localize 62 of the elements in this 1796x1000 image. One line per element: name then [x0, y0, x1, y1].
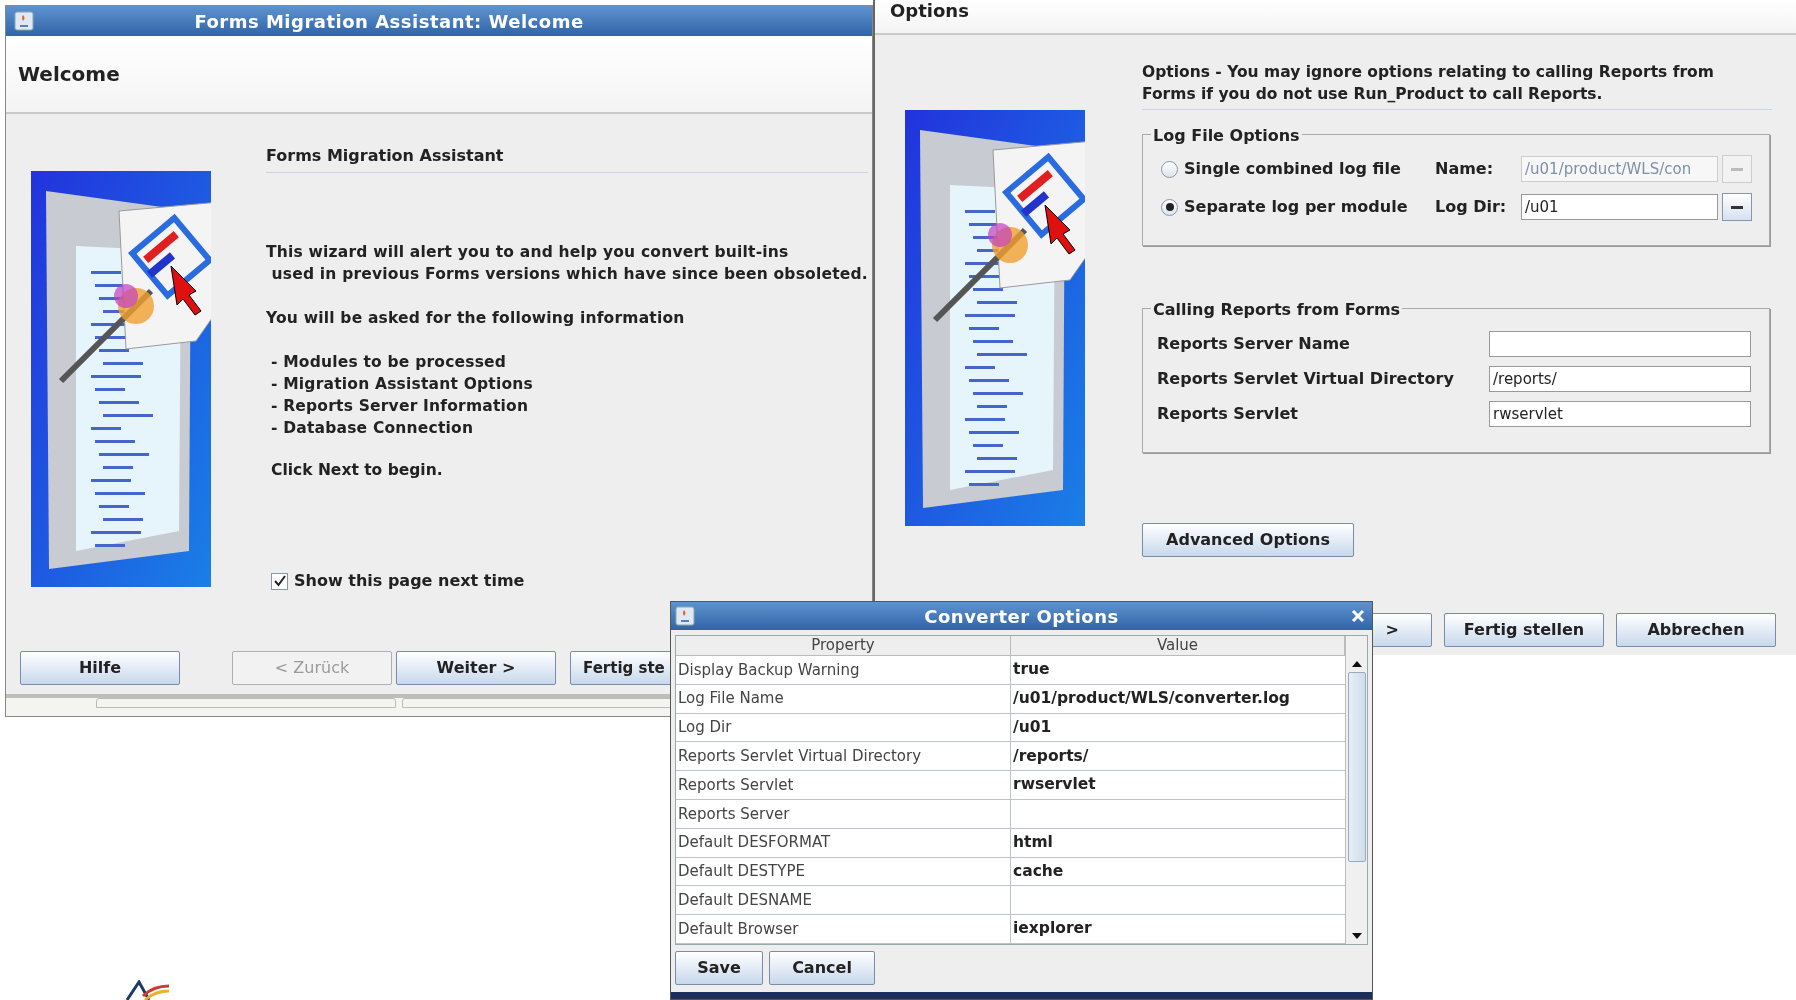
table-cell-text: /u01	[1012, 716, 1053, 738]
scrollbar[interactable]	[1345, 636, 1367, 944]
table-cell: Log File Name	[676, 684, 1011, 713]
table-cell-text: iexplorer	[1012, 918, 1093, 940]
radio-button[interactable]	[1161, 198, 1178, 216]
column-header[interactable]: Property	[676, 636, 1011, 655]
section-title: Forms Migration Assistant	[266, 146, 504, 165]
window-title: Forms Migration Assistant: Welcome	[193, 9, 585, 34]
dialog-button[interactable]: Save	[675, 951, 763, 985]
field-label: Log Dir:	[1435, 196, 1508, 218]
text-field[interactable]: /reports/	[1489, 366, 1751, 392]
table-cell-text: true	[1012, 659, 1051, 681]
checkbox[interactable]	[271, 572, 288, 590]
text-field[interactable]	[1489, 331, 1751, 357]
table-cell: Log Dir	[676, 713, 1011, 742]
intro-text: This wizard will alert you to and help you convert built-ins used in previous Forms versions which have since been obsoleted.	[266, 242, 868, 285]
field-label: Name:	[1435, 158, 1495, 180]
browse-button[interactable]	[1722, 193, 1752, 221]
table-cell: Default DESFORMAT	[676, 828, 1011, 857]
path-field[interactable]: /u01	[1521, 194, 1718, 220]
table-cell: Default DESNAME	[676, 886, 1011, 915]
table-cell: Reports Server	[676, 800, 1011, 828]
table-cell-text: /u01/product/WLS/converter.log	[1012, 688, 1291, 710]
table-cell: Default Browser	[676, 915, 1011, 943]
table-cell-text: rwservlet	[1012, 774, 1097, 796]
page-heading: Welcome	[18, 61, 120, 88]
advanced-options-button[interactable]: Advanced Options	[1142, 523, 1354, 557]
table-cell-text: /reports/	[1012, 745, 1090, 767]
list-item: - Reports Server Information	[270, 396, 530, 417]
intro-text: You will be asked for the following information	[266, 308, 686, 329]
app-icon	[14, 11, 34, 31]
wizard-button[interactable]: Fertig stellen	[1444, 613, 1604, 647]
list-item: - Modules to be processed	[270, 352, 508, 373]
scroll-up-icon[interactable]	[1351, 660, 1362, 668]
app-icon	[675, 606, 695, 626]
scroll-down-icon[interactable]	[1351, 932, 1362, 940]
table-cell: Default DESTYPE	[676, 857, 1011, 886]
checkbox-label: Show this page next time	[294, 570, 525, 592]
wizard-button[interactable]: Weiter >	[396, 651, 556, 685]
dialog-button[interactable]: Cancel	[769, 951, 875, 985]
options-description: Options - You may ignore options relating to calling Reports from Forms if you do not use Run_Product to call Reports.	[1142, 61, 1772, 110]
wizard-button[interactable]: Hilfe	[20, 651, 180, 685]
text-field[interactable]: rwservlet	[1489, 401, 1751, 427]
close-icon	[1350, 608, 1366, 624]
table-cell: Reports Servlet	[676, 771, 1011, 799]
table-cell-text: cache	[1012, 860, 1065, 882]
list-item: - Database Connection	[270, 418, 475, 439]
logo-drawing	[125, 980, 171, 1000]
radio-label: Single combined log file	[1184, 158, 1401, 180]
wizard-button[interactable]: Abbrechen	[1616, 613, 1776, 647]
instruction-text: Click Next to begin.	[270, 460, 444, 481]
field-label: Reports Servlet Virtual Directory	[1156, 368, 1454, 390]
table-cell: Display Backup Warning	[676, 656, 1011, 684]
radio-label: Separate log per module	[1184, 196, 1408, 218]
page-heading: Options	[890, 0, 969, 22]
field-label: Reports Server Name	[1156, 333, 1350, 355]
dialog-title: Converter Options	[923, 604, 1120, 629]
table-cell: Reports Servlet Virtual Directory	[676, 742, 1011, 771]
list-item: - Migration Assistant Options	[270, 374, 534, 395]
table-cell-text: html	[1012, 832, 1054, 854]
radio-button[interactable]	[1161, 160, 1178, 178]
field-label: Reports Servlet	[1156, 403, 1298, 425]
